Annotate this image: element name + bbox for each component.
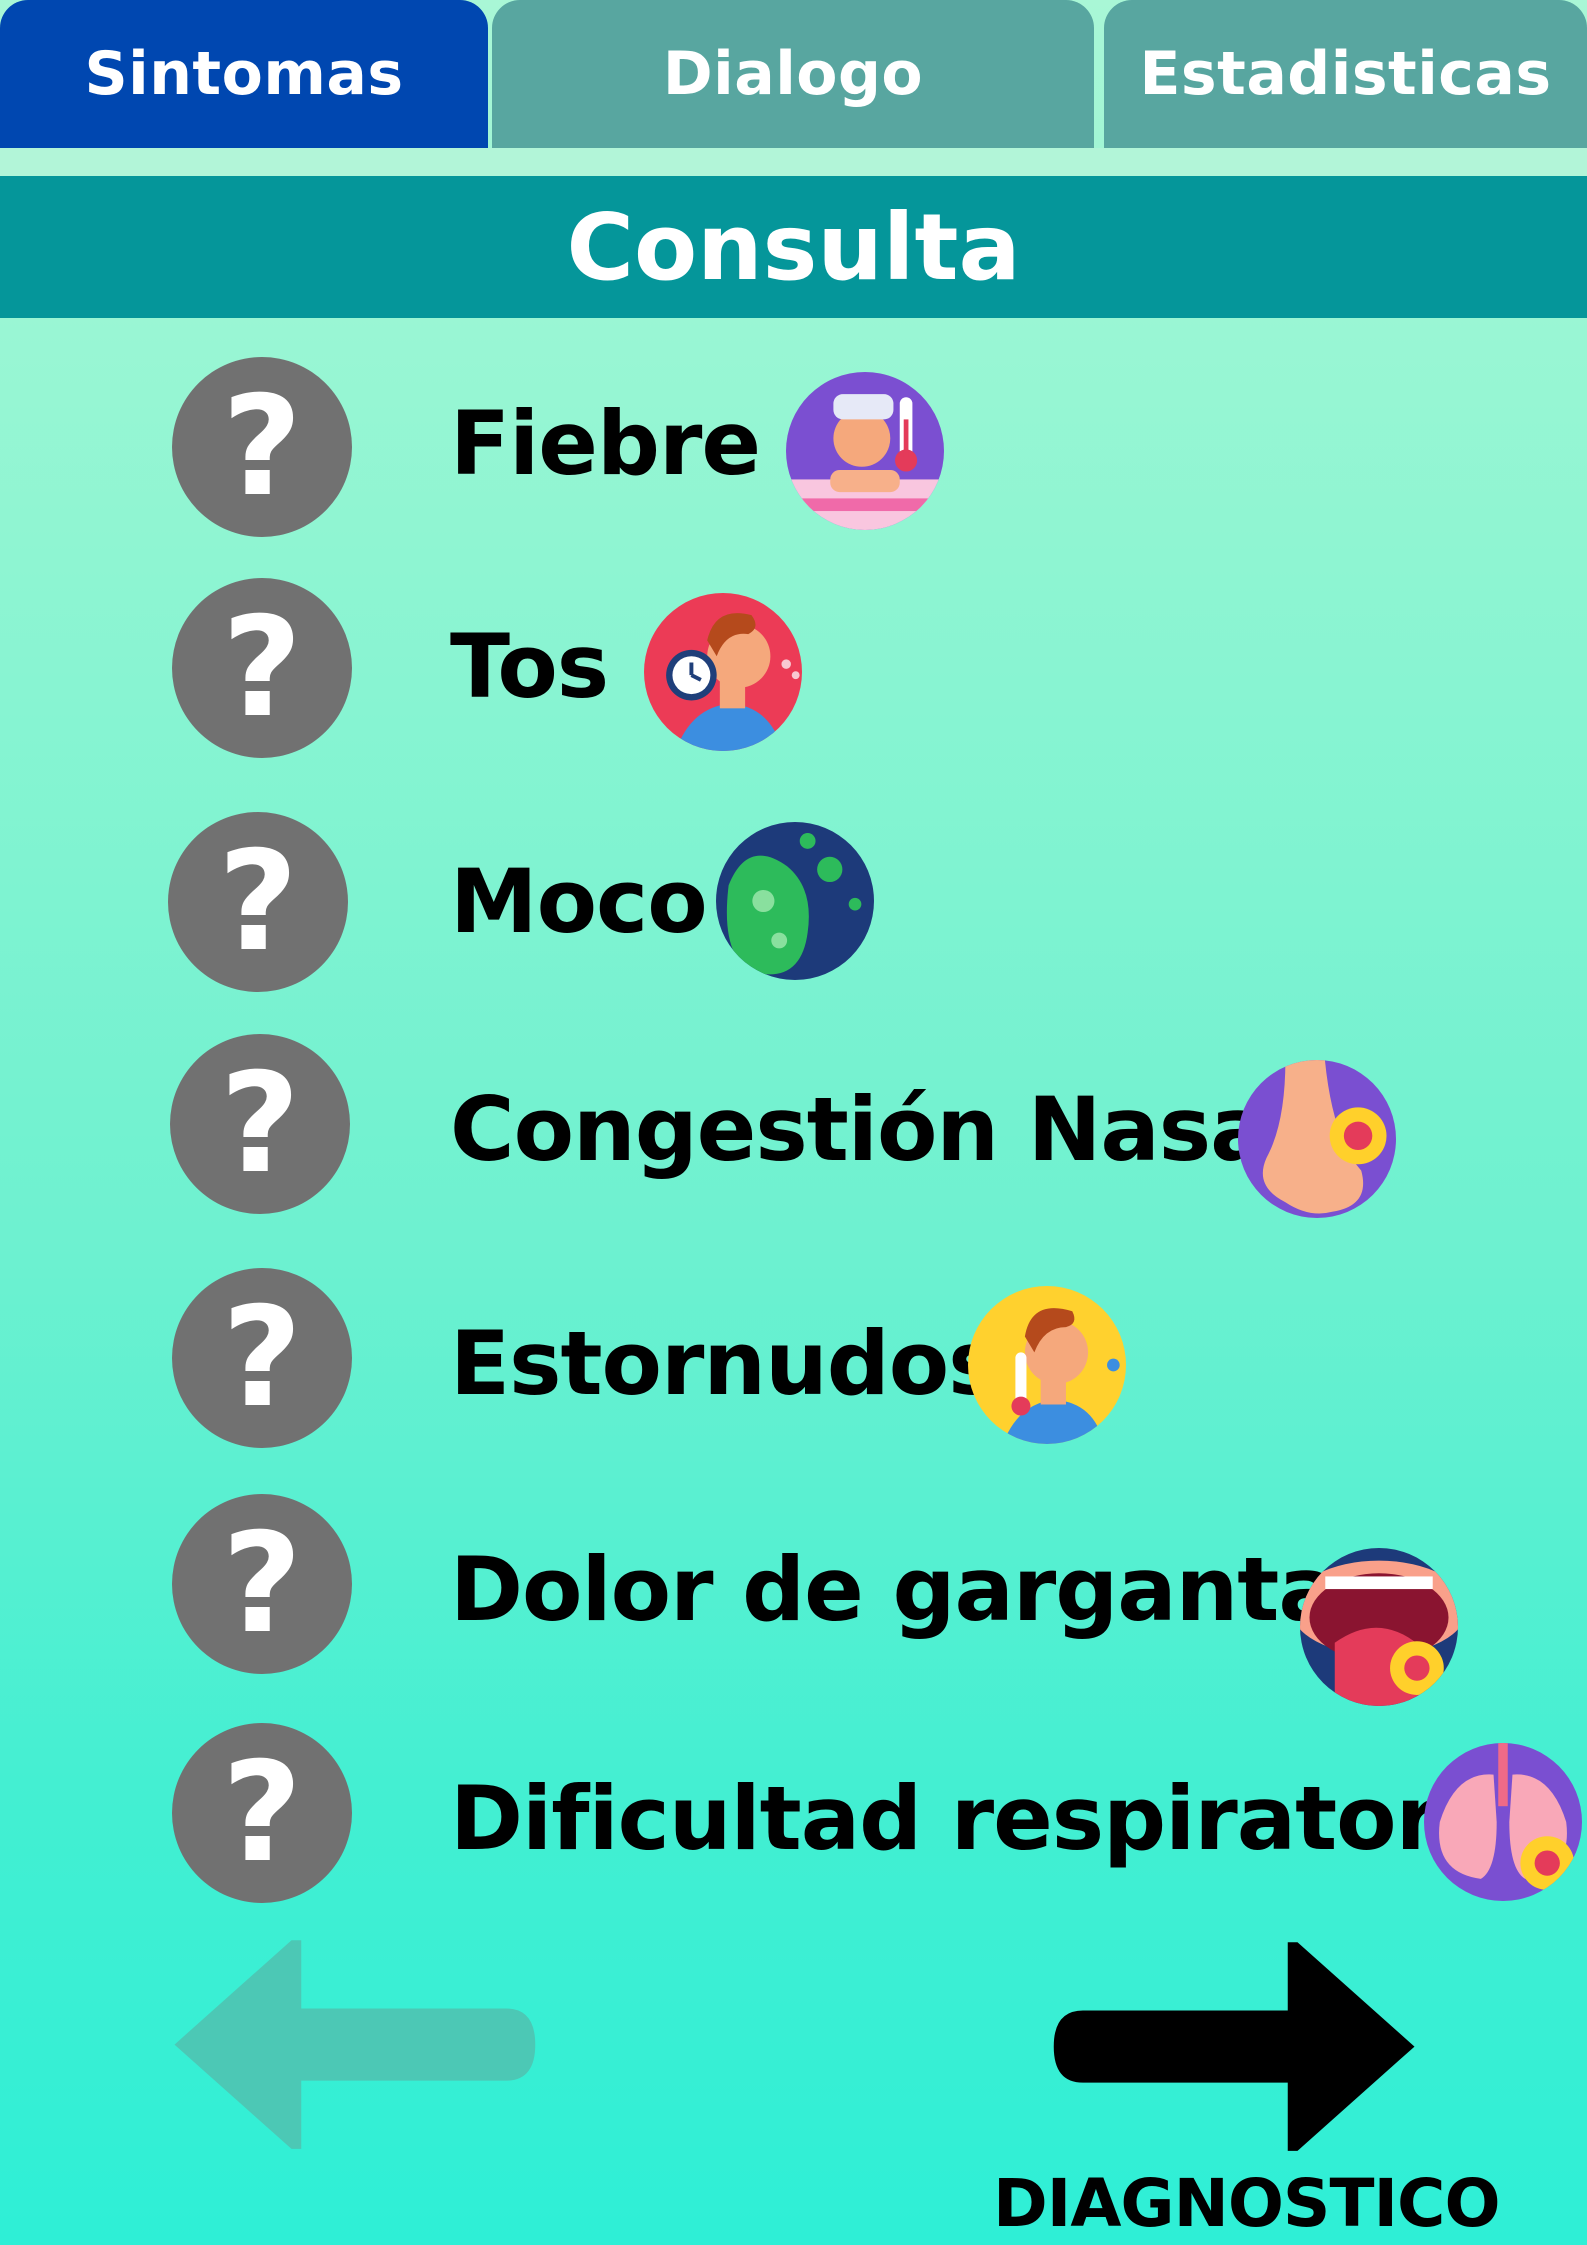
diagnostico-label[interactable]: DIAGNOSTICO [993,2165,1501,2242]
symptom-row-moco: ? Moco [0,812,1587,1002]
tab-sintomas-label: Sintomas [84,39,404,109]
mucus-virus-icon [716,822,874,980]
symptom-label: Moco [450,850,708,953]
back-arrow-button[interactable] [155,1930,545,2165]
sore-throat-icon [1300,1548,1458,1706]
status-question-button[interactable]: ? [168,812,348,992]
tab-strip-divider [0,148,1587,176]
question-mark-icon: ? [221,1277,303,1438]
symptom-label: Tos [450,615,609,718]
question-mark-icon: ? [217,821,299,982]
lungs-virus-icon [1424,1743,1582,1901]
tab-estadisticas-label: Estadisticas [1139,39,1552,109]
question-mark-icon: ? [219,1043,301,1204]
status-question-button[interactable]: ? [172,357,352,537]
tab-dialogo-label: Dialogo [662,39,924,109]
arrow-right-icon [1053,1942,1415,2151]
symptom-row-fiebre: ? Fiebre [0,352,1587,542]
fever-icon [786,372,944,530]
tab-sintomas[interactable]: Sintomas [0,0,488,148]
nasal-congestion-icon [1238,1060,1396,1218]
symptom-row-congestion-nasal: ? Congestión Nasal [0,1034,1587,1224]
tab-estadisticas[interactable]: Estadisticas [1104,0,1587,148]
status-question-button[interactable]: ? [172,578,352,758]
question-mark-icon: ? [221,1732,303,1893]
symptom-row-dificultad-respiratoria: ? Dificultad respiratoria [0,1723,1587,1913]
status-question-button[interactable]: ? [172,1723,352,1903]
sneeze-icon [968,1286,1126,1444]
symptom-label: Estornudos [450,1312,1001,1415]
symptom-row-dolor-garganta: ? Dolor de garganta [0,1494,1587,1706]
symptom-label: Dificultad respiratoria [450,1767,1527,1870]
symptom-row-estornudos: ? Estornudos [0,1268,1587,1458]
header-bar: Consulta [0,176,1587,318]
question-mark-icon: ? [221,1503,303,1664]
question-mark-icon: ? [221,366,303,527]
status-question-button[interactable]: ? [172,1494,352,1674]
question-mark-icon: ? [221,587,303,748]
page-title: Consulta [566,193,1021,301]
status-question-button[interactable]: ? [170,1034,350,1214]
status-question-button[interactable]: ? [172,1268,352,1448]
next-diagnostico-button[interactable] [1044,1932,1434,2167]
arrow-left-icon [174,1940,536,2149]
symptom-label: Congestión Nasal [450,1078,1299,1181]
cough-icon [644,593,802,751]
symptom-label: Dolor de garganta [450,1538,1338,1641]
symptom-label: Fiebre [450,392,761,495]
symptom-row-tos: ? Tos [0,575,1587,765]
tab-dialogo[interactable]: Dialogo [492,0,1094,148]
